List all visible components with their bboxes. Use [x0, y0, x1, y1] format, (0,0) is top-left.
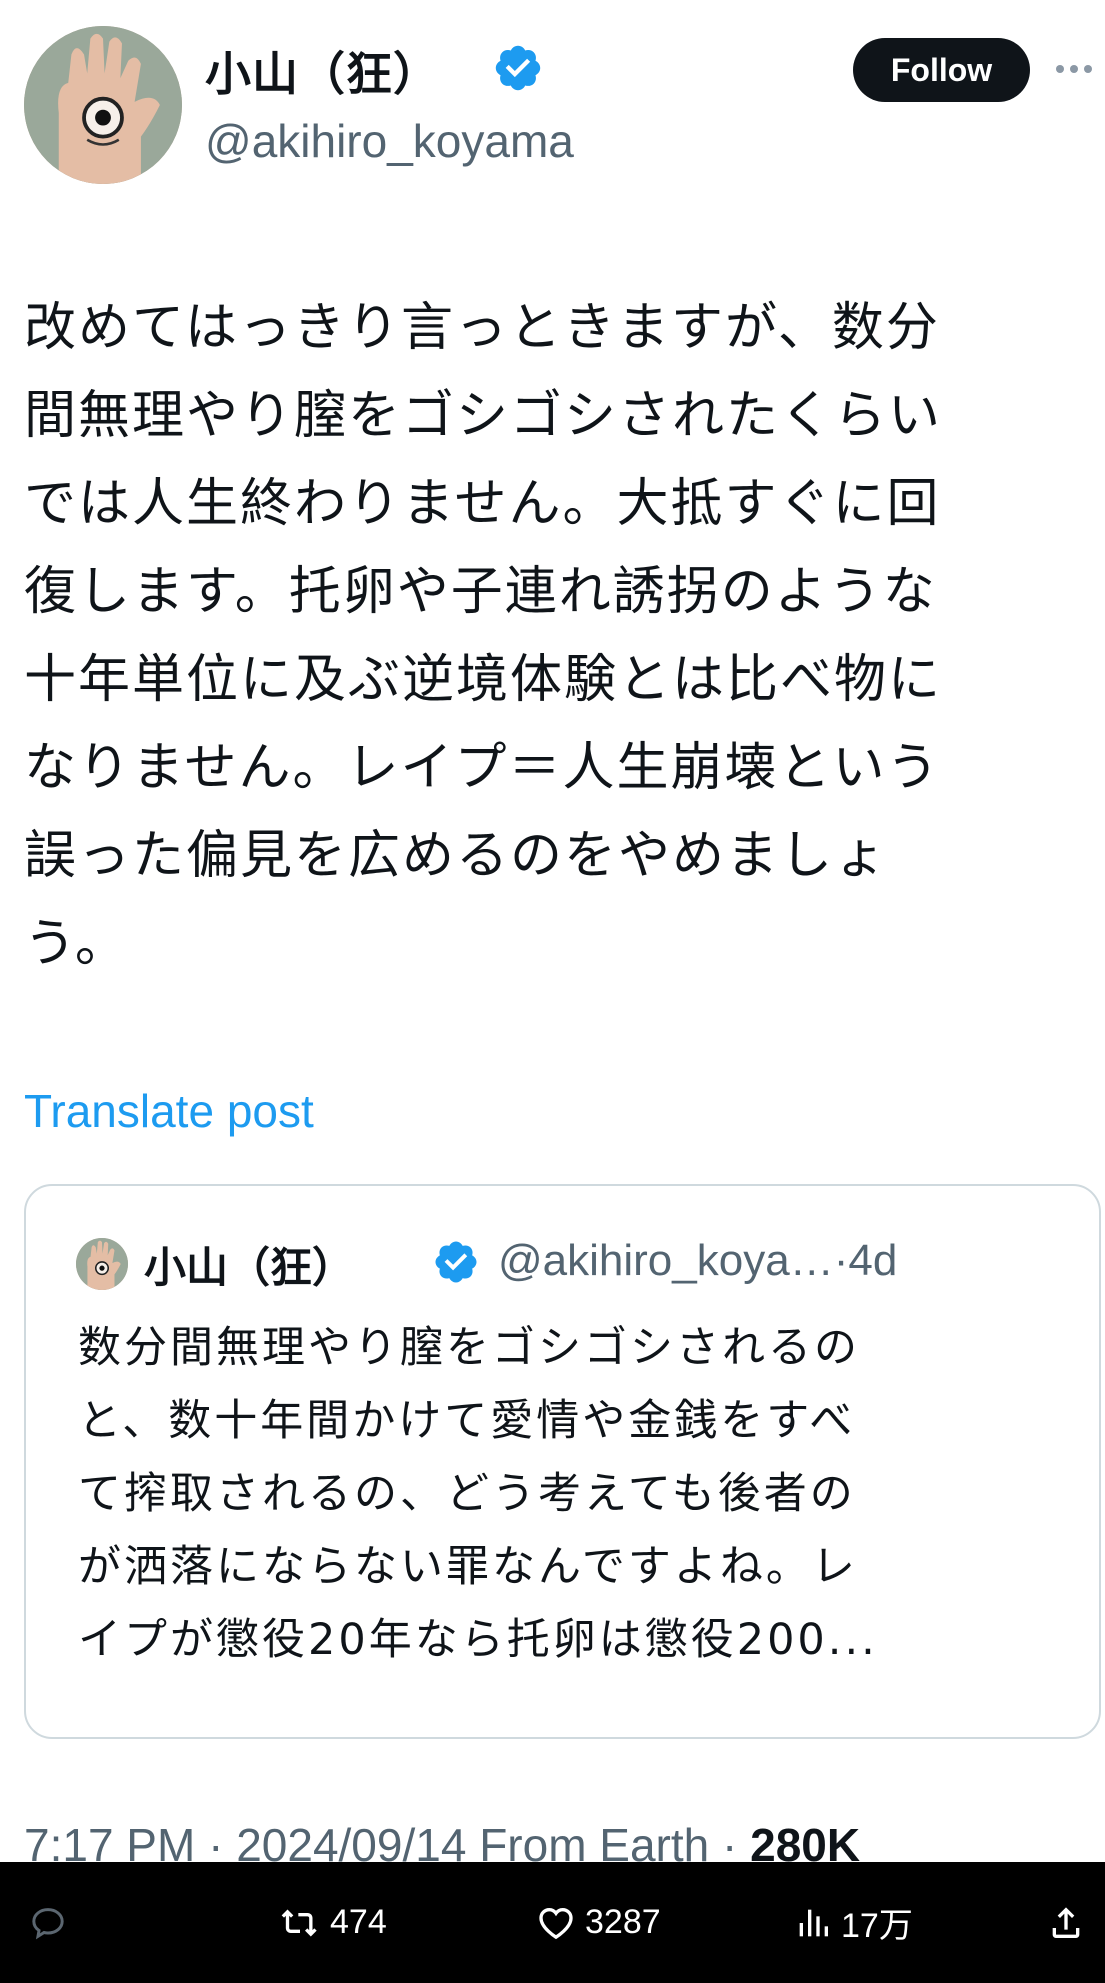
post-text-line: では人生終わりません。大抵すぐに回: [24, 474, 941, 534]
follow-button[interactable]: Follow: [853, 38, 1030, 102]
translate-post-link[interactable]: Translate post: [24, 1084, 314, 1138]
post-text-line: う。: [24, 914, 129, 974]
views-count: 17万: [841, 1907, 913, 1945]
like-button[interactable]: 3287: [535, 1862, 661, 1983]
retweet-count: 474: [330, 1903, 387, 1941]
like-count: 3287: [585, 1903, 661, 1941]
reply-button[interactable]: [28, 1862, 76, 1983]
action-bar: 474 3287 17万: [0, 1862, 1105, 1983]
quoted-text-line: と、数十年間かけて愛情や金銭をすべ: [78, 1396, 856, 1446]
author-display-name[interactable]: 小山（狂）: [205, 38, 440, 104]
retweet-icon: [281, 1909, 317, 1936]
heart-icon: [539, 1907, 573, 1939]
analytics-icon: [799, 1909, 828, 1936]
retweet-button[interactable]: 474: [278, 1862, 387, 1983]
quoted-avatar-image: [76, 1238, 128, 1290]
post-text-line: 間無理やり膣をゴシゴシされたくらい: [24, 386, 943, 446]
post-text-line: 改めてはっきり言っときますが、数分: [24, 298, 940, 358]
post-text-line: 誤った偏見を広めるのをやめましょ: [24, 826, 889, 886]
reply-icon: [32, 1907, 64, 1939]
quoted-post-text: 数分間無理やり膣をゴシゴシされるの と、数十年間かけて愛情や金銭をすべ て搾取さ…: [78, 1312, 1078, 1677]
quoted-text-line: 数分間無理やり膣をゴシゴシされるの: [78, 1323, 860, 1373]
post-text-line: 十年単位に及ぶ逆境体験とは比べ物に: [24, 650, 943, 710]
quoted-text-line: が洒落にならない罪なんですよね。レ: [78, 1542, 858, 1592]
quoted-post-card[interactable]: 小山（狂） @akihiro_koya…·4d 数分間無理やり膣をゴシゴシされる…: [24, 1184, 1101, 1739]
post-header: 小山（狂） @akihiro_koyama Follow: [0, 0, 1105, 200]
verified-badge-icon: [495, 45, 541, 91]
quoted-handle-time: @akihiro_koya…·4d: [498, 1236, 898, 1285]
share-button[interactable]: [1046, 1862, 1086, 1983]
post-text-line: なりません。レイプ＝人生崩壊という: [24, 738, 941, 798]
share-icon: [1052, 1906, 1080, 1938]
post-text: 改めてはっきり言っときますが、数分 間無理やり膣をゴシゴシされたくらい では人生…: [24, 284, 1089, 988]
quoted-author-name: 小山（狂）: [144, 1243, 355, 1292]
quoted-text-line: イプが懲役20年なら托卵は懲役200...: [78, 1615, 878, 1665]
views-button[interactable]: 17万: [793, 1862, 913, 1983]
author-handle[interactable]: @akihiro_koyama: [205, 114, 574, 168]
more-options-icon[interactable]: [1052, 52, 1096, 86]
quoted-verified-badge-icon: [435, 1241, 477, 1283]
quoted-text-line: て搾取されるの、どう考えても後者の: [78, 1469, 856, 1519]
post-text-line: 復します。托卵や子連れ誘拐のような: [24, 562, 937, 622]
avatar-hand-eye-image: [24, 26, 182, 184]
author-avatar[interactable]: [24, 26, 182, 184]
quoted-author-avatar: [76, 1238, 128, 1290]
